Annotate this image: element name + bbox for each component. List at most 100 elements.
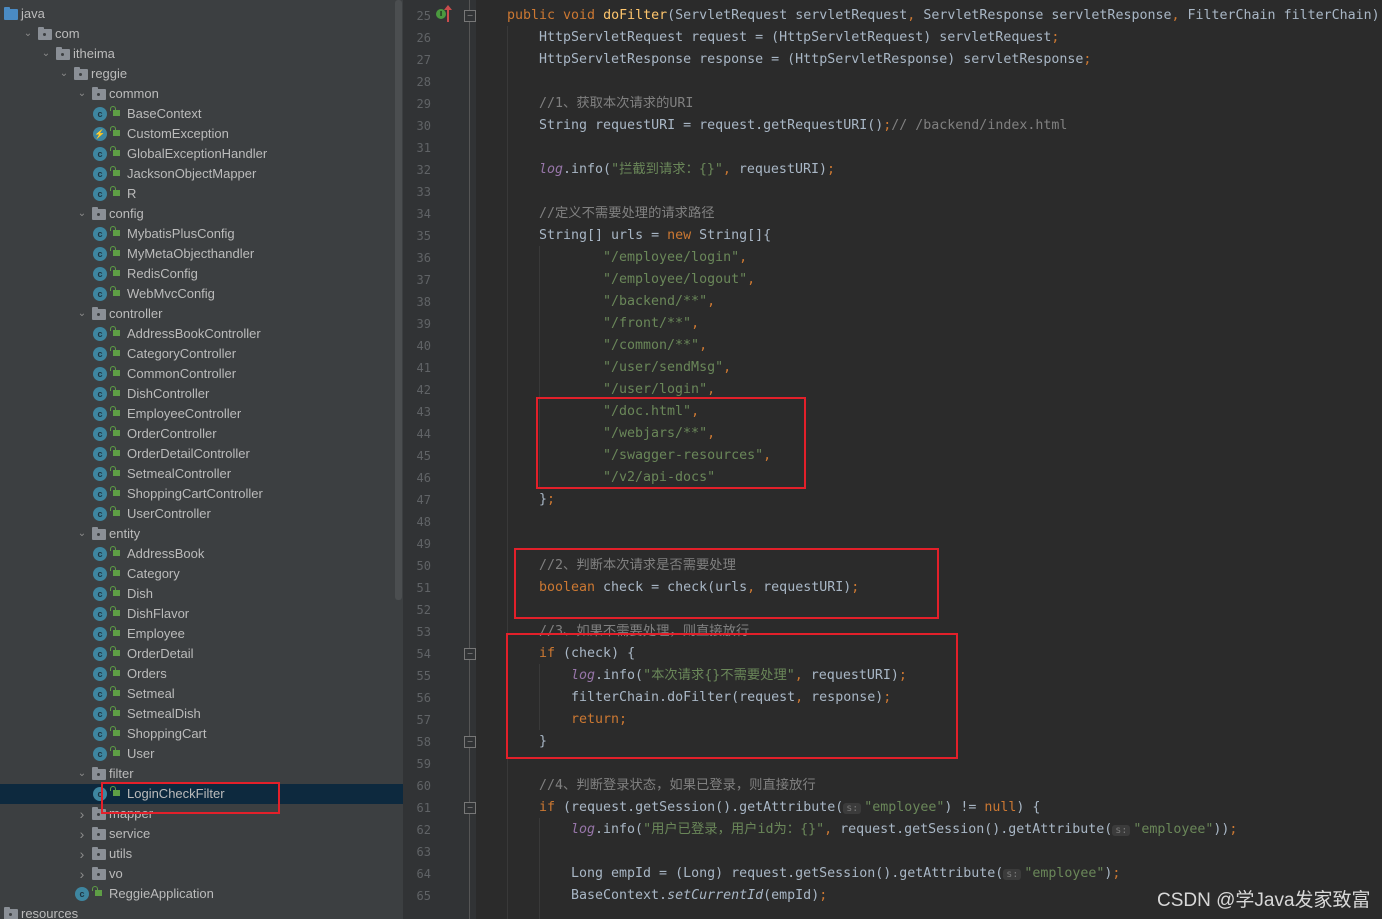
- public-access-icon: [110, 706, 120, 716]
- tree-item-reggie[interactable]: ⌄ reggie: [0, 64, 403, 84]
- fold-method-icon[interactable]: −: [464, 10, 476, 22]
- chevron-down-icon[interactable]: ⌄: [76, 204, 88, 224]
- tree-item-com[interactable]: ⌄ com: [0, 24, 403, 44]
- fold-if-session-icon[interactable]: −: [464, 802, 476, 814]
- tree-item-employeecontroller[interactable]: c EmployeeController: [0, 404, 403, 424]
- chevron-right-icon[interactable]: ›: [76, 864, 88, 884]
- tree-item-filter[interactable]: ⌄ filter: [0, 764, 403, 784]
- line-number: 25: [416, 9, 431, 23]
- tree-item-config[interactable]: ⌄ config: [0, 204, 403, 224]
- tree-item-commoncontroller[interactable]: c CommonController: [0, 364, 403, 384]
- chevron-down-icon[interactable]: ⌄: [40, 44, 52, 64]
- tree-item-entity[interactable]: ⌄ entity: [0, 524, 403, 544]
- tree-item-category[interactable]: c Category: [0, 564, 403, 584]
- tree-item-itheima[interactable]: ⌄ itheima: [0, 44, 403, 64]
- tree-item-mybatisplusconfig[interactable]: c MybatisPlusConfig: [0, 224, 403, 244]
- class-icon: c: [93, 147, 107, 161]
- chevron-right-icon[interactable]: ›: [76, 844, 88, 864]
- tree-item-shoppingcart[interactable]: c ShoppingCart: [0, 724, 403, 744]
- tree-item-webmvcconfig[interactable]: c WebMvcConfig: [0, 284, 403, 304]
- code-line[interactable]: "/common/**",: [603, 335, 707, 357]
- code-line[interactable]: if (request.getSession().getAttribute(s:…: [539, 797, 1040, 819]
- tree-item-setmealdish[interactable]: c SetmealDish: [0, 704, 403, 724]
- class-icon: c: [93, 507, 107, 521]
- code-token: "/backend/**": [603, 294, 708, 309]
- chevron-right-icon[interactable]: ›: [76, 824, 88, 844]
- tree-item-setmeal[interactable]: c Setmeal: [0, 684, 403, 704]
- code-token: "employee": [864, 800, 945, 815]
- tree-item-utils[interactable]: › utils: [0, 844, 403, 864]
- tree-item-dishflavor[interactable]: c DishFlavor: [0, 604, 403, 624]
- tree-item-addressbook[interactable]: c AddressBook: [0, 544, 403, 564]
- code-line[interactable]: String requestURI = request.getRequestUR…: [539, 115, 1067, 137]
- tree-item-redisconfig[interactable]: c RedisConfig: [0, 264, 403, 284]
- fold-end-if-block-icon[interactable]: −: [464, 736, 476, 748]
- tree-item-globalexceptionhandler[interactable]: c GlobalExceptionHandler: [0, 144, 403, 164]
- code-line[interactable]: HttpServletResponse response = (HttpServ…: [539, 49, 1091, 71]
- tree-item-label: controller: [109, 306, 163, 321]
- tree-item-dish[interactable]: c Dish: [0, 584, 403, 604]
- code-line[interactable]: String[] urls = new String[]{: [539, 225, 771, 247]
- code-token: ,: [699, 338, 708, 353]
- code-line[interactable]: "/employee/login",: [603, 247, 747, 269]
- tree-item-orders[interactable]: c Orders: [0, 664, 403, 684]
- chevron-down-icon[interactable]: ⌄: [76, 304, 88, 324]
- package-icon: [56, 47, 70, 60]
- tree-item-service[interactable]: › service: [0, 824, 403, 844]
- tree-item-r[interactable]: cR: [0, 184, 403, 204]
- tree-item-jacksonobjectmapper[interactable]: c JacksonObjectMapper: [0, 164, 403, 184]
- code-line[interactable]: //4、判断登录状态，如果已登录，则直接放行: [539, 775, 816, 797]
- code-line[interactable]: //1、获取本次请求的URI: [539, 93, 693, 115]
- tree-item-reggieapplication[interactable]: c ReggieApplication: [0, 884, 403, 904]
- tree-item-label: OrderController: [127, 426, 217, 441]
- code-line[interactable]: "/backend/**",: [603, 291, 715, 313]
- code-line[interactable]: "/user/sendMsg",: [603, 357, 731, 379]
- project-tree-scrollbar[interactable]: [395, 0, 402, 600]
- tree-item-java[interactable]: java: [0, 4, 403, 24]
- tree-item-shoppingcartcontroller[interactable]: c ShoppingCartController: [0, 484, 403, 504]
- chevron-right-icon[interactable]: ›: [76, 804, 88, 824]
- fold-if-block-icon[interactable]: −: [464, 648, 476, 660]
- chevron-down-icon[interactable]: ⌄: [58, 64, 70, 84]
- code-line[interactable]: BaseContext.setCurrentId(empId);: [571, 885, 827, 907]
- tree-item-dishcontroller[interactable]: c DishController: [0, 384, 403, 404]
- code-line[interactable]: log.info("拦截到请求：{}", requestURI);: [539, 159, 835, 181]
- tree-item-user[interactable]: c User: [0, 744, 403, 764]
- tree-item-mymetaobjecthandler[interactable]: c MyMetaObjecthandler: [0, 244, 403, 264]
- tree-item-customexception[interactable]: ⚡ CustomException: [0, 124, 403, 144]
- tree-item-ordercontroller[interactable]: c OrderController: [0, 424, 403, 444]
- go-to-super-arrow-icon[interactable]: [444, 5, 452, 22]
- code-token: requestURI): [738, 162, 827, 177]
- chevron-down-icon[interactable]: ⌄: [76, 84, 88, 104]
- implements-method-icon[interactable]: I: [436, 9, 446, 19]
- package-icon: [92, 527, 106, 540]
- tree-item-addressbookcontroller[interactable]: c AddressBookController: [0, 324, 403, 344]
- tree-item-orderdetail[interactable]: c OrderDetail: [0, 644, 403, 664]
- code-token: Long empId = (Long) request.getSession()…: [571, 866, 1004, 881]
- tree-item-setmealcontroller[interactable]: c SetmealController: [0, 464, 403, 484]
- code-line[interactable]: };: [539, 489, 555, 511]
- public-access-icon: [110, 686, 120, 696]
- code-line[interactable]: //定义不需要处理的请求路径: [539, 203, 715, 225]
- tree-item-orderdetailcontroller[interactable]: c OrderDetailController: [0, 444, 403, 464]
- code-line[interactable]: Long empId = (Long) request.getSession()…: [571, 863, 1120, 885]
- code-token: ;: [1229, 822, 1238, 837]
- code-line[interactable]: log.info("用户已登录，用户id为：{}", request.getSe…: [571, 819, 1237, 841]
- code-line[interactable]: public void doFilter(ServletRequest serv…: [507, 5, 1382, 27]
- tree-item-controller[interactable]: ⌄ controller: [0, 304, 403, 324]
- code-line[interactable]: HttpServletRequest request = (HttpServle…: [539, 27, 1059, 49]
- tree-item-employee[interactable]: c Employee: [0, 624, 403, 644]
- chevron-down-icon[interactable]: ⌄: [22, 24, 34, 44]
- tree-item-basecontext[interactable]: c BaseContext: [0, 104, 403, 124]
- tree-item-categorycontroller[interactable]: c CategoryController: [0, 344, 403, 364]
- tree-item-resources[interactable]: resources: [0, 904, 403, 919]
- tree-item-vo[interactable]: › vo: [0, 864, 403, 884]
- class-icon: c: [93, 587, 107, 601]
- tree-item-common[interactable]: ⌄ common: [0, 84, 403, 104]
- chevron-down-icon[interactable]: ⌄: [76, 524, 88, 544]
- public-access-icon: [110, 486, 120, 496]
- tree-item-usercontroller[interactable]: c UserController: [0, 504, 403, 524]
- code-line[interactable]: "/front/**",: [603, 313, 699, 335]
- code-line[interactable]: "/employee/logout",: [603, 269, 755, 291]
- chevron-down-icon[interactable]: ⌄: [76, 764, 88, 784]
